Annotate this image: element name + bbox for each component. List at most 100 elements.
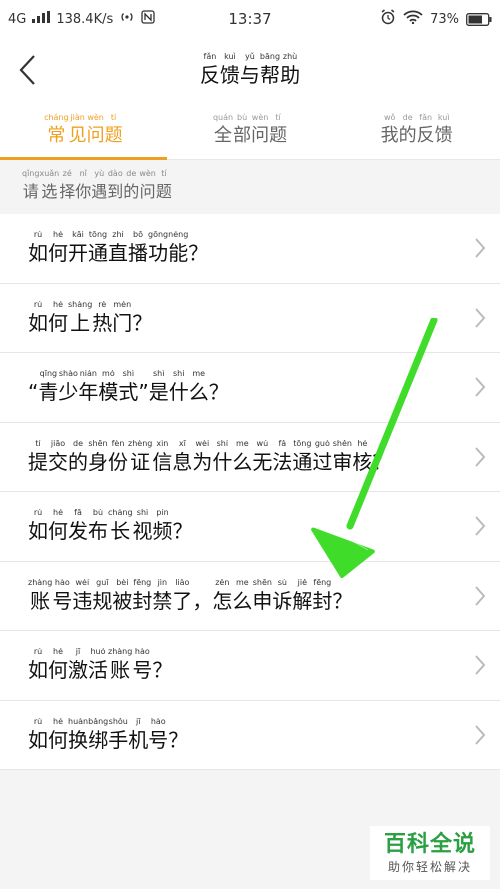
hanzi: ？ [152, 658, 173, 683]
question-char: zhàng 账 [108, 648, 132, 682]
pinyin: me [192, 370, 206, 379]
hanzi: 我 [380, 124, 399, 146]
question-char: qīng 青 [38, 370, 58, 404]
question-char: zhàng 账 [28, 579, 52, 613]
question-char: hào 号 [52, 579, 72, 613]
network-speed: 138.4K/s [56, 11, 114, 27]
question-char: “ [28, 370, 38, 404]
question-row[interactable]: rú 如 hé 何 shàng 上 rè 热 mén 门？ [0, 284, 500, 353]
question-char: bǎng 绑 [88, 718, 108, 752]
status-bar: 4G 138.4K/s 13:37 73% [0, 0, 500, 38]
hanzi: 反 [416, 124, 435, 146]
hanzi: 法 [272, 449, 293, 474]
question-char: fēng 封 [312, 579, 332, 613]
hanzi: 的 [123, 182, 140, 201]
hanzi: 了 [172, 588, 193, 613]
question-char: bō 播 [128, 231, 148, 265]
pinyin: shēn [88, 439, 108, 448]
question-char: huó 活 [88, 648, 108, 682]
hanzi: 门 [112, 310, 133, 335]
pinyin: zěn [215, 578, 230, 587]
question-text: rú 如 hé 何 jī 激 huó 活 zhàng 账 hào 号？ [28, 648, 470, 682]
question-row[interactable]: “qīng 青 shào 少 nián 年 mó 模 shì 式” shì 是 shí 什 me 么？ [0, 353, 500, 423]
hanzi: 请 [22, 182, 39, 201]
pinyin: huàn [68, 717, 89, 726]
hanzi: 上 [70, 310, 91, 335]
hanzi: 开 [68, 241, 88, 266]
hanzi: 换 [68, 727, 89, 752]
pinyin: wéi [75, 578, 90, 587]
hanzi: 少 [58, 380, 79, 405]
section-label: qǐng 请 xuǎn 选 zé 择 nǐ 你 yù 遇 dào 到 de 的 wèn 问 tí 题 [0, 160, 500, 214]
question-char: ” [138, 370, 148, 404]
question-char: jìn 禁 [152, 579, 172, 613]
question-char: fēng 封 [132, 579, 152, 613]
hanzi: 规 [92, 588, 113, 613]
pinyin: qīng [39, 370, 58, 379]
pinyin: shí [173, 370, 185, 379]
hanzi: 题 [104, 124, 123, 146]
chevron-right-icon [470, 653, 490, 677]
tab-label: wǒ 我 de 的 fǎn 反 kuì 馈 [380, 112, 453, 148]
question-char: shěn 审 [332, 440, 352, 474]
question-char: hé 何 [48, 301, 68, 335]
hanzi: 的 [398, 124, 417, 146]
question-row[interactable]: tí 提 jiāo 交 de 的 shēn 身 fèn 份 zhèng 证 xìn 信 xī 息 wèi 为 shí… [0, 423, 500, 492]
pinyin: guò [314, 439, 330, 448]
pinyin: tí [275, 112, 281, 122]
question-text: rú 如 hé 何 shàng 上 rè 热 mén 门？ [28, 301, 470, 335]
pinyin: fēng [313, 578, 332, 587]
hanzi: 什 [168, 380, 189, 405]
question-row[interactable]: rú 如 hé 何 jī 激 huó 活 zhàng 账 hào 号？ [0, 631, 500, 701]
hanzi: 发 [68, 519, 88, 544]
pinyin: wèn [87, 112, 104, 122]
pinyin: tí [35, 439, 41, 448]
hanzi: 年 [78, 380, 99, 405]
question-char: bù 布 [88, 509, 108, 543]
pinyin: cháng [44, 112, 69, 122]
hanzi: 到 [107, 182, 124, 201]
hanzi: 题 [269, 124, 288, 146]
hanzi: 账 [110, 658, 131, 683]
pinyin: shǒu [108, 717, 128, 726]
tab-label-char: bù 部 [233, 113, 251, 148]
hanzi: 频 [152, 519, 173, 544]
question-row[interactable]: zhàng 账 hào 号 wéi 违 guī 规 bèi 被 fēng 封 jìn 禁 liǎo 了， zěn… [0, 562, 500, 631]
tab-label-char: kuì 馈 [435, 113, 453, 148]
status-right: 73% [380, 9, 492, 29]
question-char: hé 核 [352, 440, 372, 474]
pinyin: néng [168, 231, 189, 240]
pinyin: shàng [68, 300, 93, 309]
hanzi: 与 [239, 63, 260, 87]
question-char: ？ [173, 509, 193, 543]
question-char: bèi 被 [112, 579, 132, 613]
chevron-right-icon [470, 445, 490, 469]
pinyin: de [73, 439, 83, 448]
pinyin: hé [53, 648, 63, 657]
tab-all-questions[interactable]: quán 全 bù 部 wèn 问 tí 题 [167, 102, 334, 159]
tab-label-char: fǎn 反 [416, 113, 435, 148]
question-char: guò 过 [312, 440, 332, 474]
pinyin: nǐ [79, 169, 87, 178]
tab-my-feedback[interactable]: wǒ 我 de 的 fǎn 反 kuì 馈 [333, 102, 500, 159]
question-row[interactable]: rú 如 hé 何 fā 发 bù 布 cháng 长 shì 视 pín 频？ [0, 492, 500, 562]
pinyin: hào [150, 717, 166, 726]
hanzi: 青 [38, 380, 59, 405]
question-char: shì 视 [133, 509, 153, 543]
hanzi: 题 [155, 182, 172, 201]
tab-faq[interactable]: cháng 常 jiàn 见 wèn 问 tí 题 [0, 102, 167, 159]
question-char: hé 何 [48, 648, 68, 682]
pinyin: guī [96, 578, 109, 587]
pinyin: de [402, 112, 413, 122]
tab-label-char: wèn 问 [251, 113, 269, 148]
question-char: rè 热 [92, 301, 112, 335]
pinyin: rè [98, 300, 107, 309]
hanzi: 全 [214, 124, 232, 146]
pinyin: jiě [297, 578, 308, 587]
question-row[interactable]: rú 如 hé 何 kāi 开 tōng 通 zhí 直 bō 播 gōng 功 néng 能？ [0, 214, 500, 284]
hanzi: 申 [252, 588, 273, 613]
question-char: shào 少 [58, 370, 78, 404]
back-button[interactable] [8, 46, 48, 94]
pinyin: quán [212, 112, 234, 122]
question-row[interactable]: rú 如 hé 何 huàn 换 bǎng 绑 shǒu 手 jī 机 hào 号？ [0, 701, 500, 770]
